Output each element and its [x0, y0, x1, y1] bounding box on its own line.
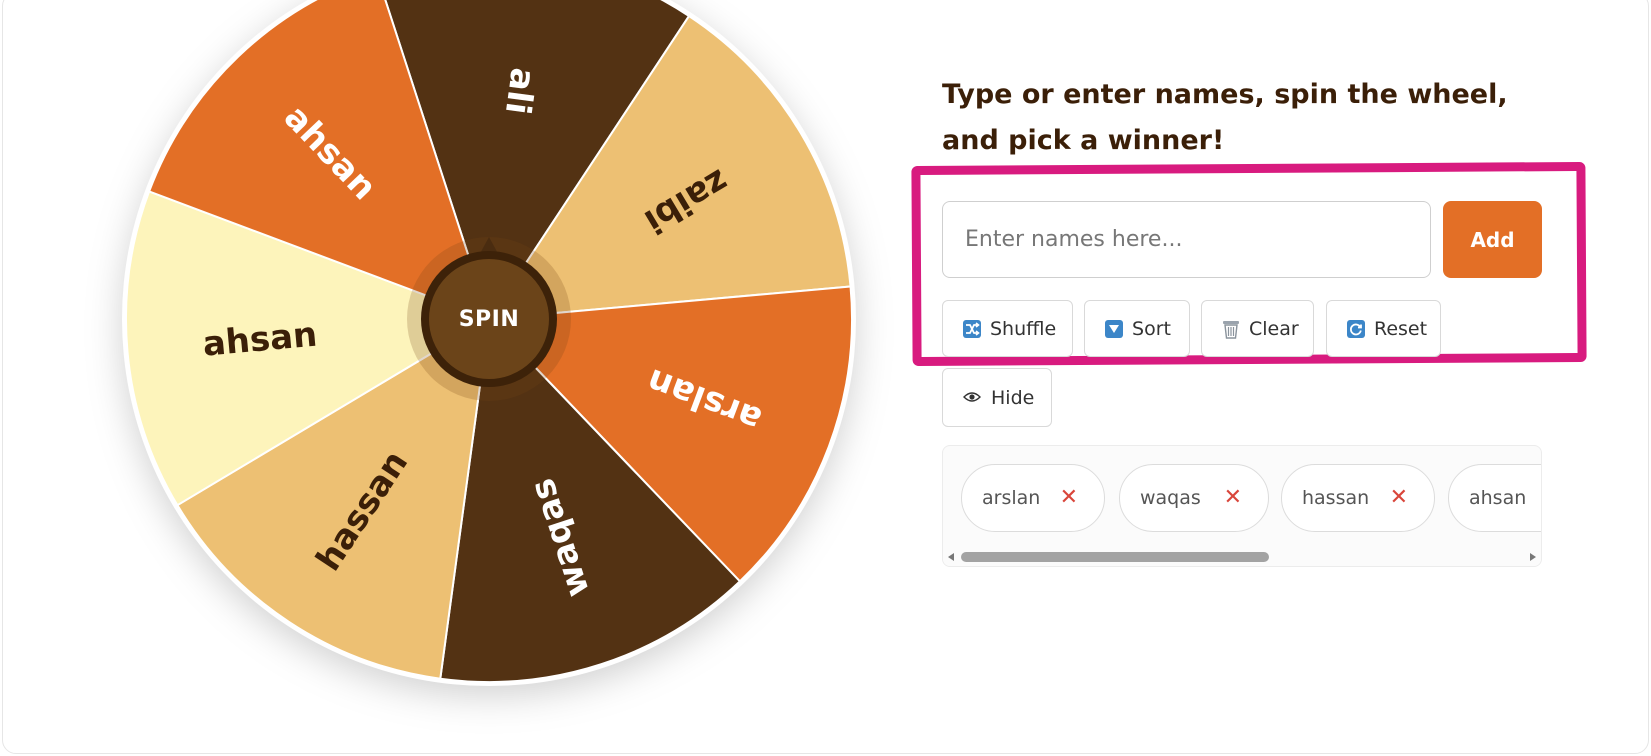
name-chip: hassan ✕ [1281, 464, 1435, 532]
sort-button-label: Sort [1132, 317, 1171, 340]
trash-icon [1222, 319, 1240, 339]
wheel-segment-label: ali [497, 65, 543, 116]
sort-icon [1105, 319, 1124, 339]
reset-icon [1347, 319, 1365, 339]
scrollbar-thumb[interactable] [961, 552, 1269, 562]
shuffle-button-label: Shuffle [990, 317, 1057, 340]
scroll-left-arrow-icon[interactable] [948, 553, 954, 561]
scroll-right-arrow-icon[interactable] [1530, 553, 1536, 561]
name-chip: waqas ✕ [1119, 464, 1269, 532]
spin-wheel[interactable]: ali zaibi arslan waqas hassan ahsan ahsan SPIN [122, 0, 856, 686]
name-chip-label: ahsan [1469, 487, 1527, 509]
clear-button-label: Clear [1249, 317, 1299, 340]
close-icon[interactable]: ✕ [1390, 487, 1408, 509]
reset-button-label: Reset [1374, 317, 1428, 340]
name-chip-label: hassan [1302, 487, 1370, 509]
name-chip: arslan ✕ [961, 464, 1105, 532]
name-chip: ahsan ✕ [1448, 464, 1541, 532]
spin-button[interactable]: SPIN [421, 251, 557, 387]
name-chip-label: arslan [982, 487, 1041, 509]
hide-button[interactable]: Hide [942, 368, 1052, 427]
shuffle-button[interactable]: Shuffle [942, 300, 1073, 357]
clear-button[interactable]: Clear [1201, 300, 1314, 357]
names-input[interactable] [942, 201, 1431, 278]
close-icon[interactable]: ✕ [1224, 487, 1242, 509]
eye-icon [963, 388, 981, 407]
close-icon[interactable]: ✕ [1060, 487, 1078, 509]
sort-button[interactable]: Sort [1084, 300, 1190, 357]
names-list[interactable]: arslan ✕ waqas ✕ hassan ✕ ahsan ✕ [942, 445, 1542, 567]
hide-button-label: Hide [991, 386, 1035, 409]
page-heading: Type or enter names, spin the wheel, and… [942, 79, 1508, 156]
horizontal-scrollbar[interactable] [943, 548, 1541, 566]
shuffle-icon [963, 319, 981, 339]
add-button[interactable]: Add [1443, 201, 1542, 278]
name-chip-label: waqas [1140, 487, 1201, 509]
reset-button[interactable]: Reset [1326, 300, 1441, 357]
